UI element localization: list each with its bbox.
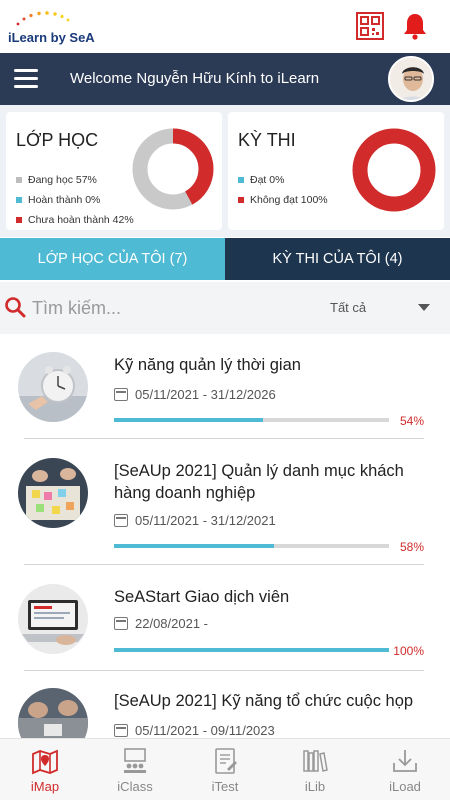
legend-passed: Đạt 0% xyxy=(238,174,284,186)
nav-label: iClass xyxy=(117,779,153,794)
legend-in-progress: Đang học 57% xyxy=(16,174,97,186)
filter-select[interactable]: Tất cả xyxy=(330,300,366,315)
course-dates: 05/11/2021 - 31/12/2026 xyxy=(114,387,276,402)
top-bar: iLearn by SeA xyxy=(0,0,450,53)
search-bar: Tất cả xyxy=(0,282,450,334)
nav-label: iLoad xyxy=(389,779,421,794)
nav-iload[interactable]: iLoad xyxy=(360,739,450,800)
progress-bar xyxy=(114,418,389,422)
progress-fill xyxy=(114,418,263,422)
divider xyxy=(24,670,424,671)
donut-segment-failed xyxy=(352,128,436,212)
calendar-icon xyxy=(114,617,128,630)
notification-bell-icon[interactable] xyxy=(402,12,428,40)
legend-dot-icon xyxy=(238,197,244,204)
nav-label: iMap xyxy=(30,779,60,794)
calendar-icon xyxy=(114,514,128,527)
chevron-down-icon[interactable] xyxy=(418,304,430,311)
nav-label: iLib xyxy=(304,779,326,794)
bottom-navigation: iMap iClass iTest iLib iLoad xyxy=(0,738,450,800)
progress-fill xyxy=(114,544,274,548)
course-title: [SeAUp 2021] Kỹ năng tổ chức cuộc họp xyxy=(114,692,414,710)
course-item[interactable]: [SeAUp 2021] Quản lý danh mục khách hàng… xyxy=(0,446,450,570)
course-thumbnail xyxy=(18,458,88,528)
exam-stats-title: KỲ THI xyxy=(238,130,296,150)
course-dates: 05/11/2021 - 31/12/2021 xyxy=(114,513,276,528)
class-stats-card[interactable]: LỚP HỌC Đang học 57% Hoàn thành 0% Chưa … xyxy=(6,112,222,230)
ilearn-logo: iLearn by SeA xyxy=(8,10,98,45)
tab-my-classes[interactable]: LỚP HỌC CỦA TÔI (7) xyxy=(0,238,225,280)
progress-fill xyxy=(114,648,389,652)
course-title: [SeAUp 2021] Quản lý danh mục khách hàng… xyxy=(114,462,404,502)
library-icon xyxy=(303,750,328,772)
logo-text: iLearn by SeA xyxy=(8,30,95,45)
course-thumbnail xyxy=(18,352,88,422)
search-icon[interactable] xyxy=(4,296,26,318)
course-dates: 05/11/2021 - 09/11/2023 xyxy=(114,723,275,738)
nav-iclass[interactable]: iClass xyxy=(90,739,180,800)
legend-dot-icon xyxy=(16,217,22,224)
legend-dot-icon xyxy=(16,197,22,204)
nav-imap[interactable]: iMap xyxy=(0,739,90,800)
class-stats-title: LỚP HỌC xyxy=(16,130,99,150)
progress-percent: 100% xyxy=(393,644,424,658)
course-title: Kỹ năng quản lý thời gian xyxy=(114,356,301,374)
legend-not-completed: Chưa hoàn thành 42% xyxy=(16,214,134,226)
divider xyxy=(24,564,424,565)
hamburger-menu-icon[interactable] xyxy=(14,69,38,89)
statistics-panel: LỚP HỌC Đang học 57% Hoàn thành 0% Chưa … xyxy=(0,105,450,237)
nav-itest[interactable]: iTest xyxy=(180,739,270,800)
course-title: SeAStart Giao dịch viên xyxy=(114,588,290,606)
download-icon xyxy=(393,750,417,772)
exam-stats-card[interactable]: KỲ THI Đạt 0% Không đạt 100% xyxy=(228,112,444,230)
search-input[interactable] xyxy=(32,294,282,322)
tab-bar: LỚP HỌC CỦA TÔI (7) KỲ THI CỦA TÔI (4) xyxy=(0,238,450,280)
calendar-icon xyxy=(114,724,128,737)
user-avatar[interactable] xyxy=(388,56,434,102)
legend-completed: Hoàn thành 0% xyxy=(16,194,100,206)
legend-dot-icon xyxy=(16,177,22,184)
exam-donut-chart xyxy=(352,128,436,212)
legend-dot-icon xyxy=(238,177,244,184)
class-donut-chart xyxy=(132,128,214,210)
nav-ilib[interactable]: iLib xyxy=(270,739,360,800)
course-thumbnail xyxy=(18,584,88,654)
progress-percent: 58% xyxy=(399,540,424,554)
legend-failed: Không đạt 100% xyxy=(238,194,328,206)
nav-label: iTest xyxy=(211,779,239,794)
logo-arc-icon xyxy=(16,11,70,26)
welcome-text: Welcome Nguyễn Hữu Kính to iLearn xyxy=(70,70,320,87)
map-icon xyxy=(32,749,58,775)
test-icon xyxy=(215,748,237,774)
classroom-icon xyxy=(124,748,146,773)
app-header: Welcome Nguyễn Hữu Kính to iLearn xyxy=(0,53,450,105)
tab-my-exams[interactable]: KỲ THI CỦA TÔI (4) xyxy=(225,238,450,280)
calendar-icon xyxy=(114,388,128,401)
progress-percent: 54% xyxy=(399,414,424,428)
divider xyxy=(24,438,424,439)
progress-bar xyxy=(114,648,389,652)
progress-bar xyxy=(114,544,389,548)
course-dates: 22/08/2021 - xyxy=(114,616,208,631)
qr-code-icon[interactable] xyxy=(356,12,384,40)
